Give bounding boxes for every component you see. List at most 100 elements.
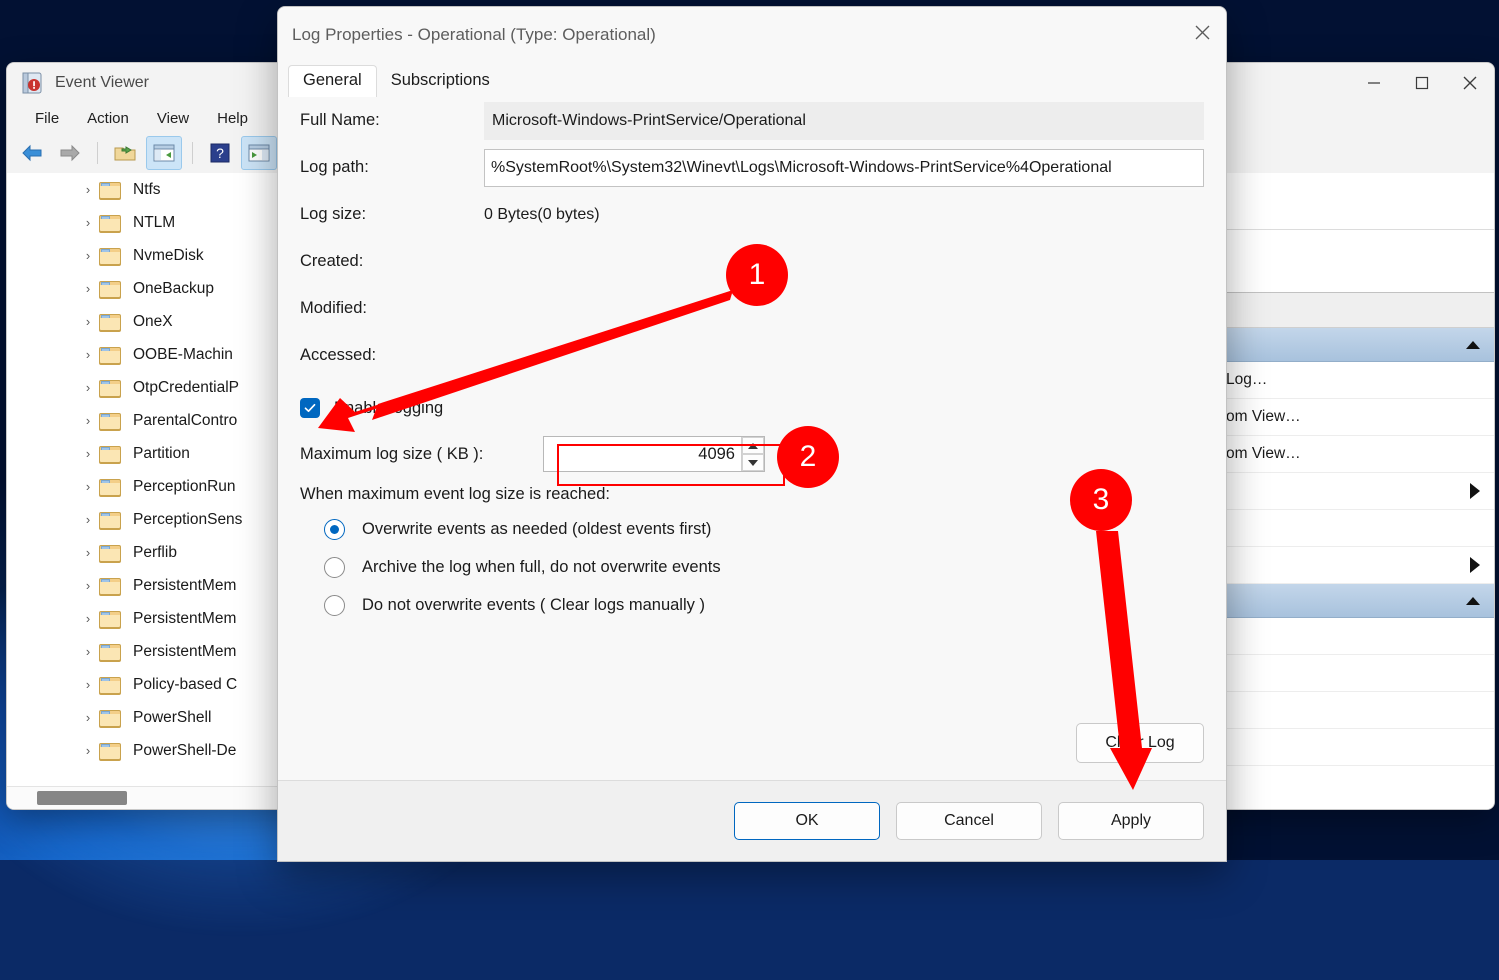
tree-item-perceptionsens[interactable]: › PerceptionSens [7, 503, 277, 536]
folder-icon [99, 478, 121, 497]
apply-button[interactable]: Apply [1058, 802, 1204, 840]
chevron-right-icon[interactable]: › [77, 347, 99, 362]
actions-row-open-saved-log[interactable]: Log… [1220, 362, 1494, 399]
maximum-log-size-value[interactable]: 4096 [544, 445, 741, 464]
log-path-input[interactable]: %SystemRoot%\System32\Winevt\Logs\Micros… [484, 148, 1204, 187]
tree-item-policy-based-c[interactable]: › Policy-based C [7, 668, 277, 701]
chevron-right-icon[interactable]: › [77, 380, 99, 395]
tree-scrollbar-thumb[interactable] [37, 791, 127, 805]
tree-item-onex[interactable]: › OneX [7, 305, 277, 338]
actions-row-blank-3[interactable] [1220, 655, 1494, 692]
folder-icon [99, 610, 121, 629]
spinner-down-icon[interactable] [742, 454, 764, 471]
tree-item-persistentmem[interactable]: › PersistentMem [7, 635, 277, 668]
show-console-tree-icon[interactable] [146, 136, 182, 170]
menu-action[interactable]: Action [73, 107, 143, 130]
chevron-right-icon[interactable]: › [77, 281, 99, 296]
minimize-icon[interactable] [1350, 63, 1398, 103]
actions-row-blank-4[interactable] [1220, 692, 1494, 729]
enable-logging-checkbox[interactable]: Enable logging [300, 387, 1204, 429]
actions-row-blank-1[interactable] [1220, 510, 1494, 547]
chevron-right-icon[interactable]: › [77, 545, 99, 560]
chevron-right-icon[interactable]: › [77, 413, 99, 428]
tree-item-label: Perflib [133, 543, 177, 561]
chevron-right-icon[interactable]: › [77, 182, 99, 197]
tree-item-label: PersistentMem [133, 576, 237, 594]
dialog-content: Full Name: Microsoft-Windows-PrintServic… [278, 97, 1226, 781]
spinner-buttons[interactable] [741, 437, 764, 471]
menu-view[interactable]: View [143, 107, 203, 130]
back-icon[interactable] [15, 137, 49, 169]
close-icon[interactable] [1178, 7, 1226, 57]
tree-item-otpcredentialp[interactable]: › OtpCredentialP [7, 371, 277, 404]
chevron-right-icon[interactable]: › [77, 611, 99, 626]
maximum-log-size-input[interactable]: 4096 [543, 436, 765, 472]
tree-item-label: PerceptionSens [133, 510, 243, 528]
tree-horizontal-scrollbar[interactable] [7, 786, 277, 809]
tree-item-partition[interactable]: › Partition [7, 437, 277, 470]
tree-item-powershell[interactable]: › PowerShell [7, 701, 277, 734]
tree-item-nvmedisk[interactable]: › NvmeDisk [7, 239, 277, 272]
menu-help[interactable]: Help [203, 107, 262, 130]
tree-item-perceptionrun[interactable]: › PerceptionRun [7, 470, 277, 503]
tree-item-perflib[interactable]: › Perflib [7, 536, 277, 569]
clear-log-button[interactable]: Clear Log [1076, 723, 1204, 763]
tree-item-persistentmem[interactable]: › PersistentMem [7, 569, 277, 602]
actions-row-blank-2[interactable] [1220, 618, 1494, 655]
tab-general[interactable]: General [288, 65, 377, 98]
radio-do-not-overwrite[interactable]: Do not overwrite events ( Clear logs man… [300, 586, 1204, 624]
actions-section-header-2[interactable] [1220, 584, 1494, 618]
tree-item-label: Policy-based C [133, 675, 238, 693]
chevron-right-icon[interactable]: › [77, 512, 99, 527]
folder-icon [99, 181, 121, 200]
tree-item-oobe-machin[interactable]: › OOBE-Machin [7, 338, 277, 371]
forward-icon[interactable] [53, 137, 87, 169]
chevron-right-icon[interactable]: › [77, 710, 99, 725]
console-tree-list[interactable]: › Ntfs › NTLM › NvmeDisk › OneBackup › OneX › OOBE-… [7, 173, 277, 776]
maximize-icon[interactable] [1398, 63, 1446, 103]
tree-item-persistentmem[interactable]: › PersistentMem [7, 602, 277, 635]
chevron-right-icon[interactable]: › [77, 578, 99, 593]
event-viewer-title: Event Viewer [55, 74, 149, 91]
chevron-right-icon[interactable]: › [77, 743, 99, 758]
chevron-right-icon[interactable]: › [77, 644, 99, 659]
menu-file[interactable]: File [21, 107, 73, 130]
actions-row-create-custom-view[interactable]: om View… [1220, 399, 1494, 436]
spinner-up-icon[interactable] [742, 437, 764, 454]
actions-row-submenu-2[interactable] [1220, 547, 1494, 584]
dialog-title: Log Properties - Operational (Type: Oper… [292, 25, 656, 44]
spinner-box[interactable]: 4096 [543, 436, 765, 472]
folder-icon [99, 643, 121, 662]
folder-icon [99, 511, 121, 530]
close-icon[interactable] [1446, 63, 1494, 103]
cancel-button[interactable]: Cancel [896, 802, 1042, 840]
tree-item-onebackup[interactable]: › OneBackup [7, 272, 277, 305]
tree-item-ntlm[interactable]: › NTLM [7, 206, 277, 239]
actions-section-header-1[interactable] [1220, 328, 1494, 362]
folder-icon [99, 214, 121, 233]
chevron-right-icon[interactable]: › [77, 677, 99, 692]
open-saved-log-icon[interactable] [108, 137, 142, 169]
actions-pane: Log… om View… om View… [1219, 173, 1494, 809]
actions-row-submenu-1[interactable] [1220, 473, 1494, 510]
tree-item-parentalcontro[interactable]: › ParentalContro [7, 404, 277, 437]
tab-subscriptions[interactable]: Subscriptions [377, 66, 504, 97]
chevron-right-icon[interactable]: › [77, 314, 99, 329]
help-icon[interactable]: ? [203, 137, 237, 169]
show-action-pane-icon[interactable] [241, 136, 277, 170]
chevron-right-icon[interactable]: › [77, 215, 99, 230]
ok-button[interactable]: OK [734, 802, 880, 840]
chevron-right-icon[interactable]: › [77, 446, 99, 461]
radio-overwrite-as-needed[interactable]: Overwrite events as needed (oldest event… [300, 510, 1204, 548]
tree-item-powershell-de[interactable]: › PowerShell-De [7, 734, 277, 767]
tree-item-ntfs[interactable]: › Ntfs [7, 173, 277, 206]
actions-row-import-custom-view[interactable]: om View… [1220, 436, 1494, 473]
chevron-right-icon[interactable]: › [77, 479, 99, 494]
tree-item-primarynetwor[interactable]: ›PrimaryNetwor [7, 767, 277, 776]
actions-row-blank-5[interactable] [1220, 729, 1494, 766]
dialog-titlebar: Log Properties - Operational (Type: Oper… [278, 7, 1226, 63]
radio-archive-when-full[interactable]: Archive the log when full, do not overwr… [300, 548, 1204, 586]
maximum-log-size-row: Maximum log size ( KB ): 4096 [300, 429, 1204, 479]
tree-item-label: Partition [133, 444, 190, 462]
chevron-right-icon[interactable]: › [77, 248, 99, 263]
